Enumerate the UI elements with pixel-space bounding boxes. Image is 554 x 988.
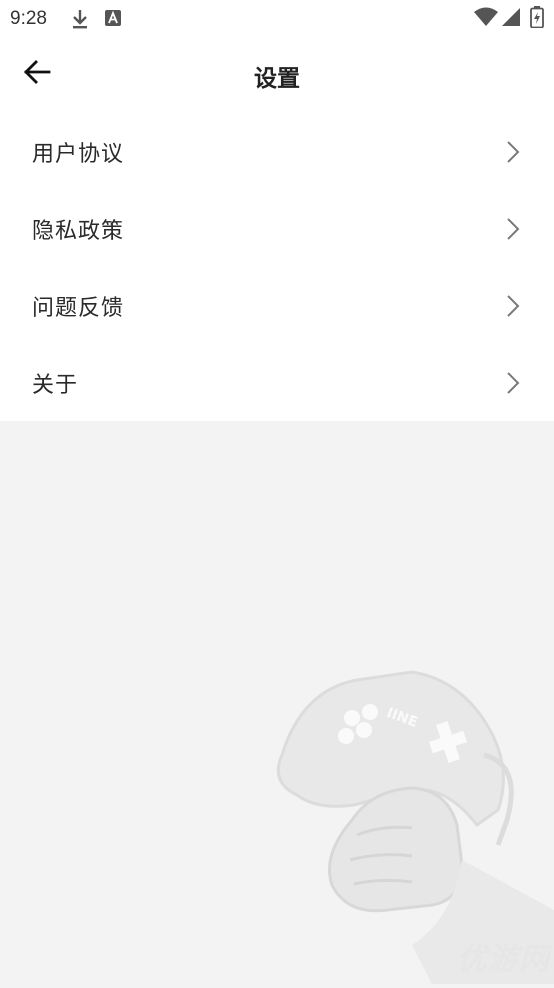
cell-signal-icon xyxy=(502,8,520,30)
menu-item-label: 关于 xyxy=(32,372,79,398)
menu-item-user-agreement[interactable]: 用户协议 xyxy=(0,114,554,191)
status-time: 9:28 xyxy=(10,8,47,29)
download-icon xyxy=(70,8,90,34)
menu-item-about[interactable]: 关于 xyxy=(0,344,554,421)
gamepad-illustration: IINE 优游网 xyxy=(262,660,554,984)
chevron-right-icon xyxy=(506,294,520,318)
settings-menu: 用户协议 隐私政策 问题反馈 关于 xyxy=(0,114,554,421)
status-bar: 9:28 xyxy=(0,0,554,38)
app-header: 设置 xyxy=(0,38,554,114)
chevron-right-icon xyxy=(506,140,520,164)
menu-item-privacy-policy[interactable]: 隐私政策 xyxy=(0,191,554,268)
site-watermark: 优游网 xyxy=(457,942,550,977)
menu-item-label: 隐私政策 xyxy=(32,219,125,245)
menu-item-label: 用户协议 xyxy=(32,142,125,168)
chevron-right-icon xyxy=(506,217,520,241)
chevron-right-icon xyxy=(506,371,520,395)
page-title: 设置 xyxy=(254,66,300,92)
battery-charging-icon xyxy=(530,6,544,32)
menu-item-feedback[interactable]: 问题反馈 xyxy=(0,268,554,345)
wifi-icon xyxy=(474,7,498,31)
menu-item-label: 问题反馈 xyxy=(32,295,125,321)
text-a-icon xyxy=(104,8,122,32)
